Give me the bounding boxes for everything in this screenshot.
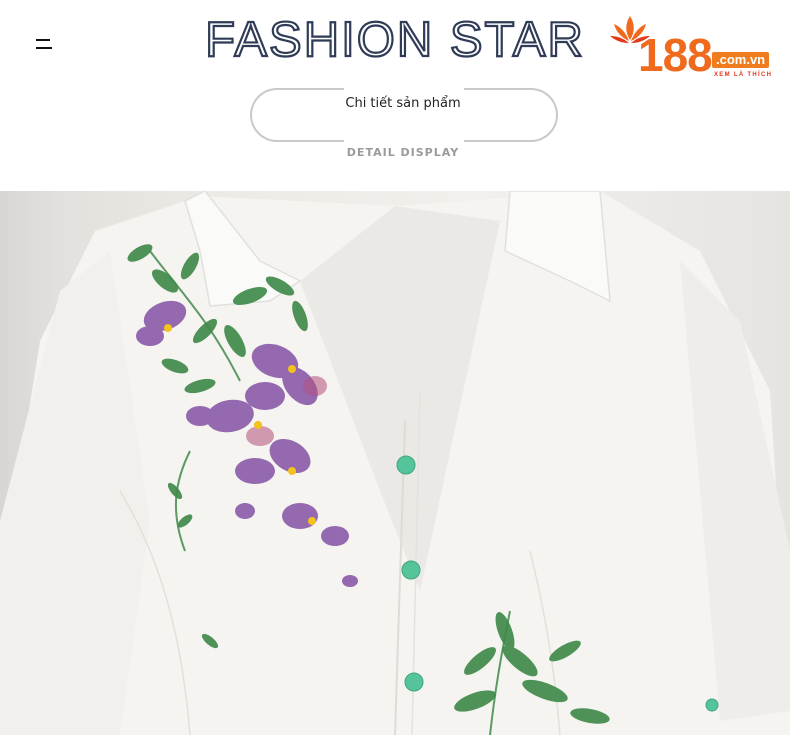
logo-number: 188 bbox=[638, 29, 713, 81]
section-subtitle: DETAIL DISPLAY bbox=[346, 146, 460, 159]
logo-tagline: XEM LÀ THÍCH bbox=[714, 72, 773, 78]
section-title: Chi tiết sản phẩm bbox=[345, 96, 461, 111]
white-floral-shirt-photo bbox=[0, 191, 790, 735]
site-logo[interactable]: 188 .com.vn XEM LÀ THÍCH bbox=[608, 14, 784, 84]
title-frame-right bbox=[464, 88, 558, 142]
product-image bbox=[0, 191, 790, 735]
title-frame-left bbox=[250, 88, 344, 142]
logo-domain: .com.vn bbox=[712, 52, 770, 68]
